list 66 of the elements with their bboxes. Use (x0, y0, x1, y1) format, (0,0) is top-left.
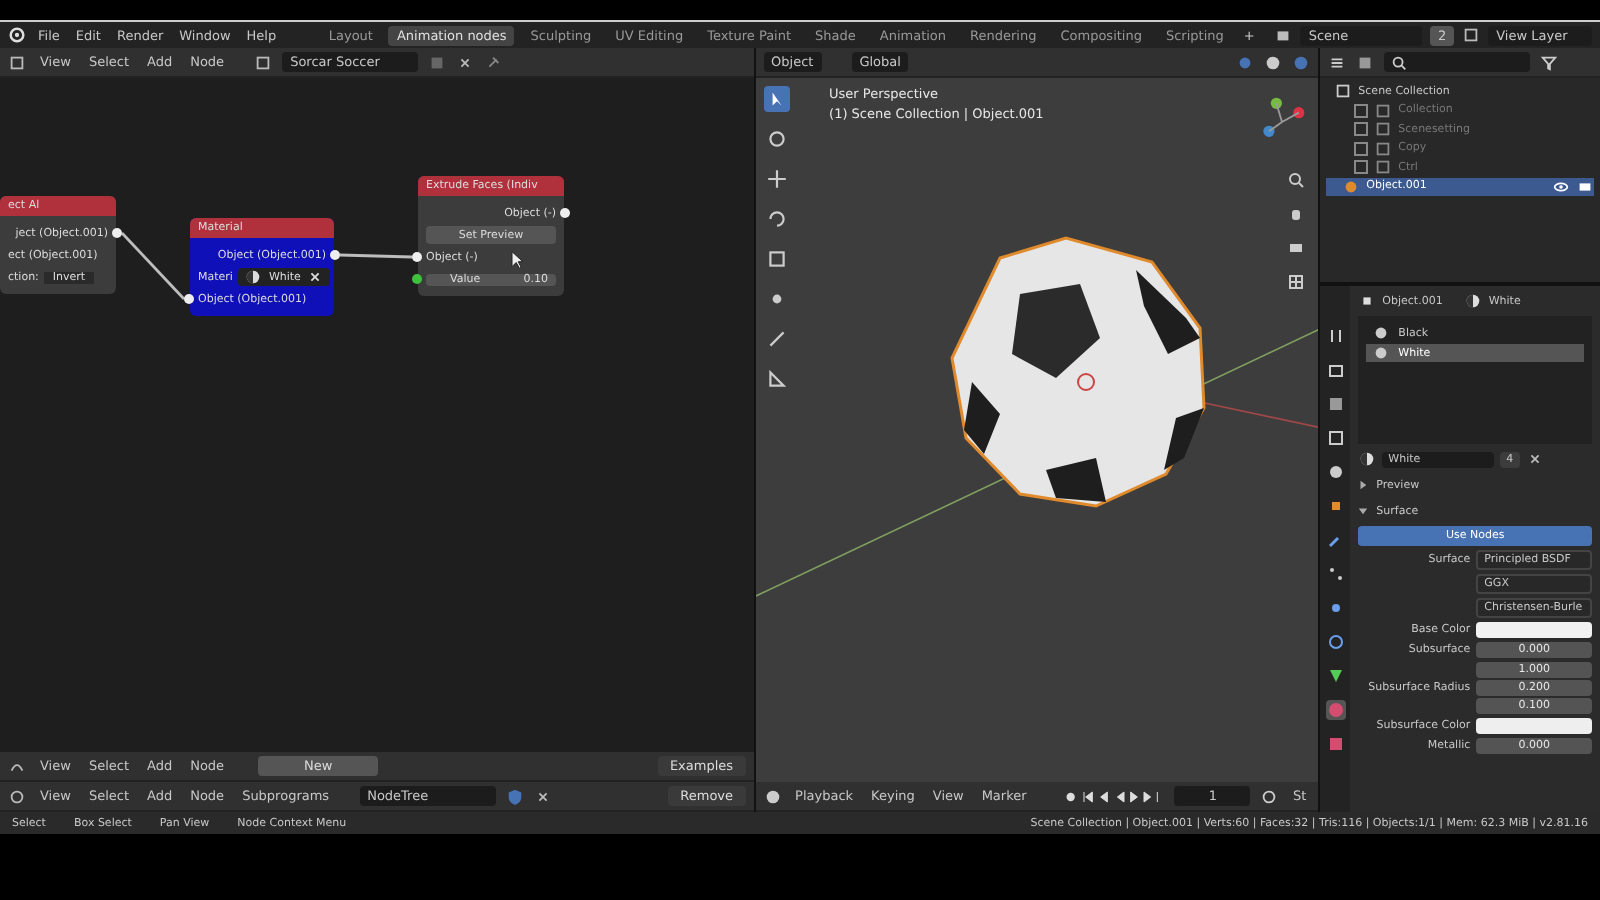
checkbox[interactable] (1354, 141, 1369, 156)
mesh-data-icon[interactable] (1325, 666, 1346, 686)
output-icon[interactable] (1325, 394, 1346, 414)
texture-icon[interactable] (1325, 734, 1346, 754)
filter-icon[interactable] (1540, 53, 1559, 71)
node-link (120, 232, 186, 300)
soccer-ball-drawing[interactable] (949, 236, 1205, 508)
constraints-icon[interactable] (1325, 632, 1346, 652)
material-sphere-icon[interactable] (1358, 450, 1377, 468)
material-icon[interactable] (1325, 700, 1346, 720)
move-tool-icon[interactable] (763, 166, 790, 192)
tool-icon[interactable] (1325, 326, 1346, 346)
camera-icon[interactable] (1576, 177, 1594, 196)
editor-type-icon[interactable] (8, 53, 26, 71)
socket-dot[interactable] (560, 208, 570, 218)
object-icon (1358, 292, 1377, 310)
blender-logo-icon[interactable] (8, 26, 26, 44)
shading-solid-icon[interactable] (1264, 53, 1283, 71)
scene-icon[interactable] (1325, 462, 1346, 482)
search-field[interactable] (1384, 52, 1531, 72)
eye-icon[interactable] (1552, 177, 1570, 196)
grid-icon[interactable] (1286, 272, 1307, 292)
disclosure-triangle-icon (1358, 480, 1369, 490)
disclosure-triangle-icon (1358, 506, 1369, 516)
measure-tool-icon[interactable] (763, 366, 790, 392)
socket-dot[interactable] (184, 294, 194, 304)
overlay-icon[interactable] (1236, 53, 1255, 71)
scene-icon[interactable] (1274, 26, 1293, 44)
mouse-cursor-icon (510, 250, 524, 270)
checkbox[interactable] (1354, 160, 1369, 175)
node-tree-icon[interactable] (254, 53, 273, 71)
view-layer-icon[interactable] (1325, 428, 1346, 448)
clock-icon[interactable] (1260, 787, 1279, 805)
socket-dot[interactable] (330, 250, 340, 260)
object-icon (1342, 177, 1361, 196)
shading-material-icon[interactable] (1292, 53, 1311, 71)
socket-dot[interactable] (412, 274, 422, 284)
socket-dot[interactable] (112, 228, 122, 238)
close-icon[interactable] (456, 53, 475, 71)
clock-icon[interactable] (763, 787, 782, 805)
render-icon[interactable] (1325, 360, 1346, 380)
pin-icon[interactable] (484, 53, 503, 71)
layers-icon[interactable] (1462, 26, 1481, 44)
checkbox[interactable] (1354, 122, 1369, 137)
color-swatch[interactable] (1476, 622, 1592, 638)
material-sphere-icon (1464, 292, 1483, 310)
editor-type-icon[interactable] (1328, 53, 1347, 71)
color-swatch[interactable] (1476, 718, 1592, 734)
checkbox[interactable] (1354, 103, 1369, 118)
shield-icon[interactable] (505, 787, 524, 805)
camera-icon[interactable] (1286, 238, 1307, 258)
close-icon[interactable] (306, 268, 325, 286)
particles-icon[interactable] (1325, 564, 1346, 584)
material-sphere-icon (244, 268, 263, 286)
display-mode-icon[interactable] (1356, 53, 1375, 71)
zoom-icon[interactable] (1286, 170, 1307, 190)
close-icon[interactable] (1525, 450, 1544, 468)
socket-dot[interactable] (412, 252, 422, 262)
scale-tool-icon[interactable] (763, 246, 790, 272)
select-tool-icon[interactable] (763, 86, 790, 112)
close-icon[interactable] (533, 787, 552, 805)
node-link (339, 253, 413, 259)
collection-icon (1334, 82, 1353, 101)
cursor-tool-icon[interactable] (763, 126, 790, 152)
rotate-tool-icon[interactable] (763, 206, 790, 232)
search-icon (1390, 53, 1409, 71)
